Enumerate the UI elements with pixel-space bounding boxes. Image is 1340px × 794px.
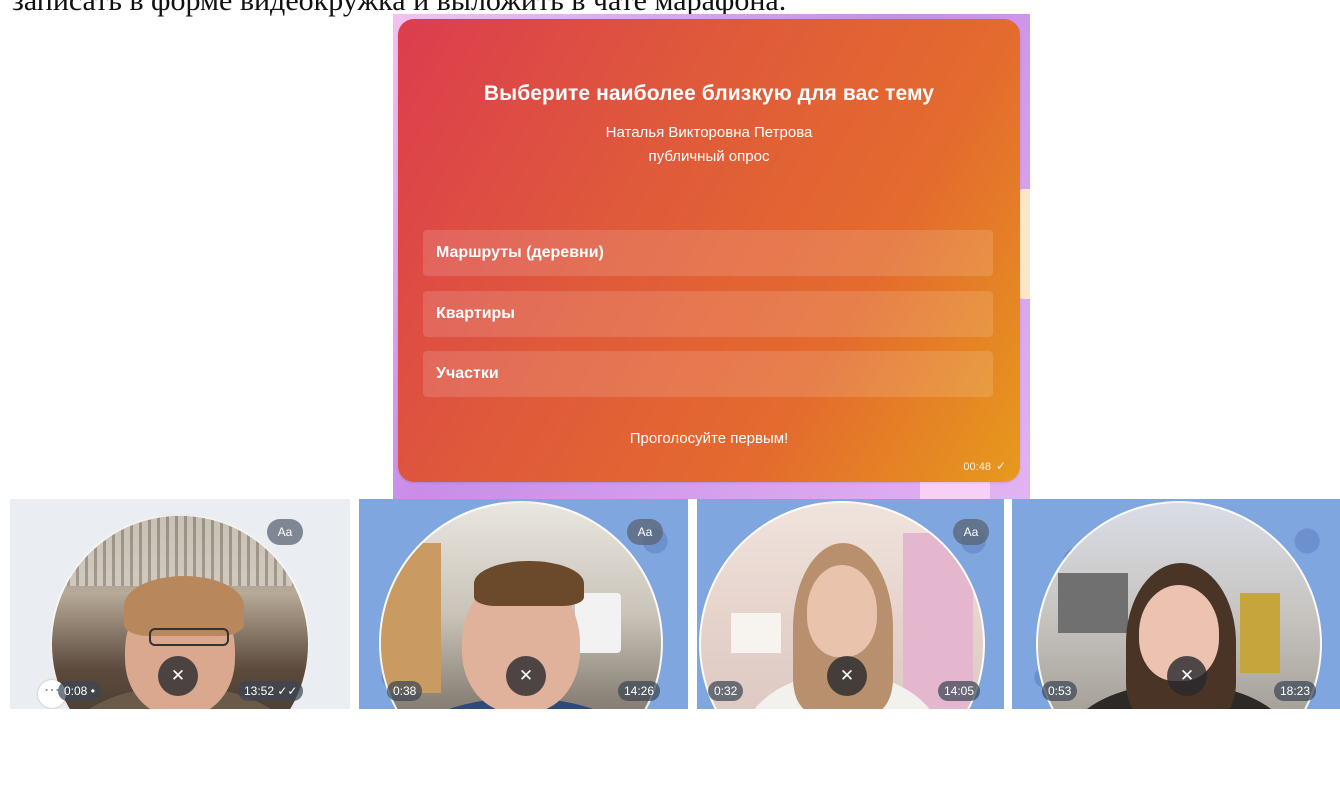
video-message[interactable]: Aa ✕ 0:32 14:05 xyxy=(697,499,1004,709)
message-time: 00:48 ✓ xyxy=(963,459,1006,473)
poll-option[interactable]: Маршруты (деревни) xyxy=(423,230,993,276)
poster-image xyxy=(1058,573,1128,633)
duration-badge: 0:53 xyxy=(1042,681,1078,701)
double-check-icon: ✓✓ xyxy=(277,684,298,698)
time-badge: 18:23 xyxy=(1274,681,1317,701)
poll-option[interactable]: Участки xyxy=(423,351,993,397)
font-button[interactable]: Aa xyxy=(953,519,989,545)
video-message[interactable]: ✕ 0:53 18:23 xyxy=(1012,499,1340,709)
mute-icon[interactable]: ✕ xyxy=(158,656,198,696)
vote-prompt: Проголосуйте первым! xyxy=(629,430,789,447)
video-message[interactable]: Aa ✕ ⋯ 0:08 • 13:52 ✓✓ xyxy=(10,499,350,709)
mute-icon[interactable]: ✕ xyxy=(506,656,546,696)
poll-card: Выберите наиболее близкую для вас тему Н… xyxy=(398,19,1020,482)
door-image xyxy=(1240,593,1280,673)
photo-frames-image xyxy=(731,613,781,653)
boiler-image xyxy=(575,593,621,653)
duration-badge: 0:38 xyxy=(387,681,423,701)
poll-type-label: публичный опрос xyxy=(648,148,770,165)
time-text: 13:52 xyxy=(244,684,275,698)
duration-text: 0:08 xyxy=(64,684,88,698)
font-button[interactable]: Aa xyxy=(627,519,663,545)
poll-author: Наталья Викторовна Петрова xyxy=(605,124,813,141)
mute-icon[interactable]: ✕ xyxy=(827,656,867,696)
hair-image xyxy=(124,576,244,636)
poll-title: Выберите наиболее близкую для вас тему xyxy=(483,82,935,105)
cabinet-image xyxy=(381,543,441,693)
time-text: 00:48 xyxy=(963,461,991,473)
font-button[interactable]: Aa xyxy=(267,519,303,545)
person-image xyxy=(807,565,877,657)
video-message[interactable]: Aa ✕ 0:38 14:26 xyxy=(359,499,688,709)
duration-badge: 0:32 xyxy=(708,681,744,701)
glasses-image xyxy=(149,628,229,646)
time-badge: 13:52 ✓✓ xyxy=(238,681,304,701)
time-badge: 14:05 xyxy=(938,681,981,701)
hair-image xyxy=(474,561,584,606)
poll-option[interactable]: Квартиры xyxy=(423,291,993,337)
duration-badge: 0:08 • xyxy=(58,681,101,701)
mute-icon[interactable]: ✕ xyxy=(1167,656,1207,696)
time-badge: 14:26 xyxy=(618,681,661,701)
check-icon: ✓ xyxy=(995,459,1006,473)
